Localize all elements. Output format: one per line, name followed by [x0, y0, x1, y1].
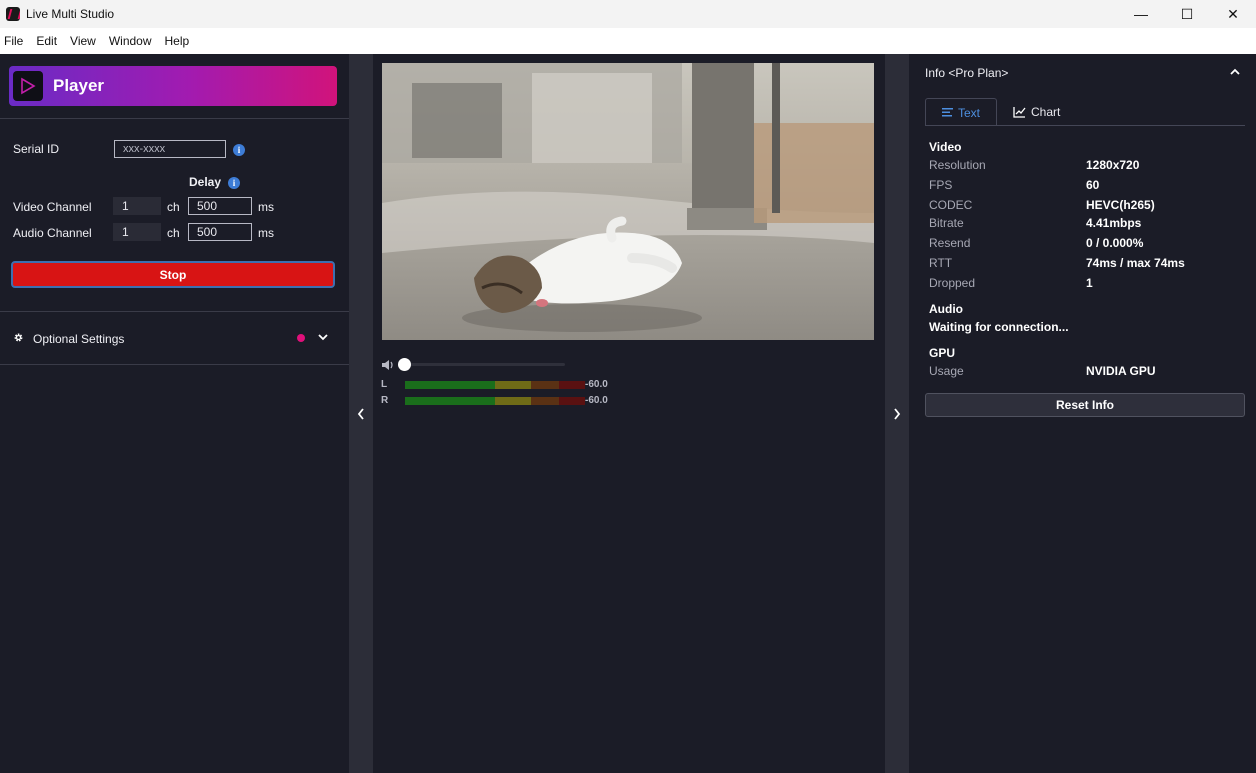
title-bar: Live Multi Studio — ☐ ✕	[0, 0, 1256, 28]
audio-ch-unit: ch	[167, 226, 180, 240]
info-key: RTT	[929, 256, 953, 270]
tab-underline	[925, 125, 1245, 126]
status-dot	[297, 334, 305, 342]
menu-bar: File Edit View Window Help	[0, 28, 1256, 54]
window-title: Live Multi Studio	[26, 7, 115, 21]
menu-file[interactable]: File	[4, 34, 23, 48]
audio-channel-label: Audio Channel	[13, 226, 92, 240]
meter-channel-label: R	[381, 395, 389, 406]
meter-value: -60.0	[585, 379, 608, 390]
info-value: 0 / 0.000%	[1086, 236, 1144, 250]
video-preview	[382, 63, 874, 340]
menu-view[interactable]: View	[70, 34, 96, 48]
serial-id-input[interactable]	[114, 140, 226, 158]
gpu-section-heading: GPU	[929, 346, 956, 360]
reset-info-button[interactable]: Reset Info	[925, 393, 1245, 417]
volume-slider[interactable]	[398, 358, 565, 371]
audio-ms-unit: ms	[258, 226, 274, 240]
info-value: 4.41mbps	[1086, 216, 1142, 230]
app-logo-icon	[6, 7, 20, 21]
tab-chart-label: Chart	[1031, 105, 1061, 119]
info-value: 60	[1086, 178, 1100, 192]
video-channel-input[interactable]	[113, 197, 161, 215]
tab-chart[interactable]: Chart	[1013, 98, 1060, 126]
video-channel-label: Video Channel	[13, 200, 92, 214]
menu-window[interactable]: Window	[109, 34, 152, 48]
serial-id-label: Serial ID	[13, 142, 60, 156]
info-header: Info <Pro Plan>	[925, 66, 1009, 80]
info-key: Resolution	[929, 158, 986, 172]
info-panel: Info <Pro Plan> Text Chart Video Resolut…	[909, 54, 1256, 773]
video-ch-unit: ch	[167, 200, 180, 214]
delay-info-icon[interactable]: i	[228, 177, 240, 189]
tab-text[interactable]: Text	[925, 98, 997, 126]
player-title: Player	[53, 76, 105, 95]
video-section-heading: Video	[929, 140, 962, 154]
info-key: FPS	[929, 178, 953, 192]
audio-channel-input[interactable]	[113, 223, 161, 241]
delay-label: Delay	[189, 175, 222, 189]
chevron-right-icon	[894, 407, 901, 420]
maximize-button[interactable]: ☐	[1164, 0, 1210, 28]
meter-channel-label: L	[381, 379, 388, 390]
info-key: Resend	[929, 236, 971, 250]
gear-icon	[14, 333, 23, 342]
line-chart-icon	[1013, 106, 1026, 118]
audio-status: Waiting for connection...	[929, 320, 1069, 334]
collapse-left-panel-button[interactable]	[349, 54, 373, 773]
volume-slider-handle[interactable]	[398, 358, 411, 371]
video-frame-image	[382, 63, 874, 340]
level-meter-bar	[405, 381, 585, 389]
play-icon	[13, 71, 43, 101]
window-controls: — ☐ ✕	[1118, 0, 1256, 28]
chevron-left-icon	[357, 407, 364, 420]
preview-panel: L -60.0 R -60.0	[373, 54, 885, 773]
player-banner: Player	[9, 66, 337, 106]
info-value: HEVC(h265)	[1086, 198, 1155, 212]
divider	[0, 118, 349, 119]
video-delay-input[interactable]	[188, 197, 252, 215]
close-button[interactable]: ✕	[1210, 0, 1256, 28]
tab-text-label: Text	[957, 105, 980, 120]
meter-value: -60.0	[585, 395, 608, 406]
player-panel: Player Serial ID i Delay i Video Channel…	[0, 54, 349, 773]
info-value: 74ms / max 74ms	[1086, 256, 1185, 270]
divider	[0, 364, 349, 365]
video-ms-unit: ms	[258, 200, 274, 214]
serial-info-icon[interactable]: i	[233, 144, 245, 156]
menu-help[interactable]: Help	[165, 34, 190, 48]
menu-edit[interactable]: Edit	[36, 34, 57, 48]
info-key: Usage	[929, 364, 964, 378]
info-value: NVIDIA GPU	[1086, 364, 1156, 378]
stop-button[interactable]: Stop	[11, 261, 335, 288]
chevron-up-icon[interactable]	[1230, 68, 1240, 75]
minimize-button[interactable]: —	[1118, 0, 1164, 28]
audio-delay-input[interactable]	[188, 223, 252, 241]
info-value: 1280x720	[1086, 158, 1140, 172]
info-key: CODEC	[929, 198, 973, 212]
info-key: Dropped	[929, 276, 976, 290]
info-value: 1	[1086, 276, 1093, 290]
text-lines-icon	[941, 108, 953, 117]
chevron-down-icon	[318, 334, 328, 341]
level-meter-bar	[405, 397, 585, 405]
audio-section-heading: Audio	[929, 302, 963, 316]
optional-settings-label: Optional Settings	[33, 332, 125, 346]
collapse-right-panel-button[interactable]	[885, 54, 909, 773]
info-key: Bitrate	[929, 216, 964, 230]
volume-icon[interactable]	[381, 359, 395, 371]
